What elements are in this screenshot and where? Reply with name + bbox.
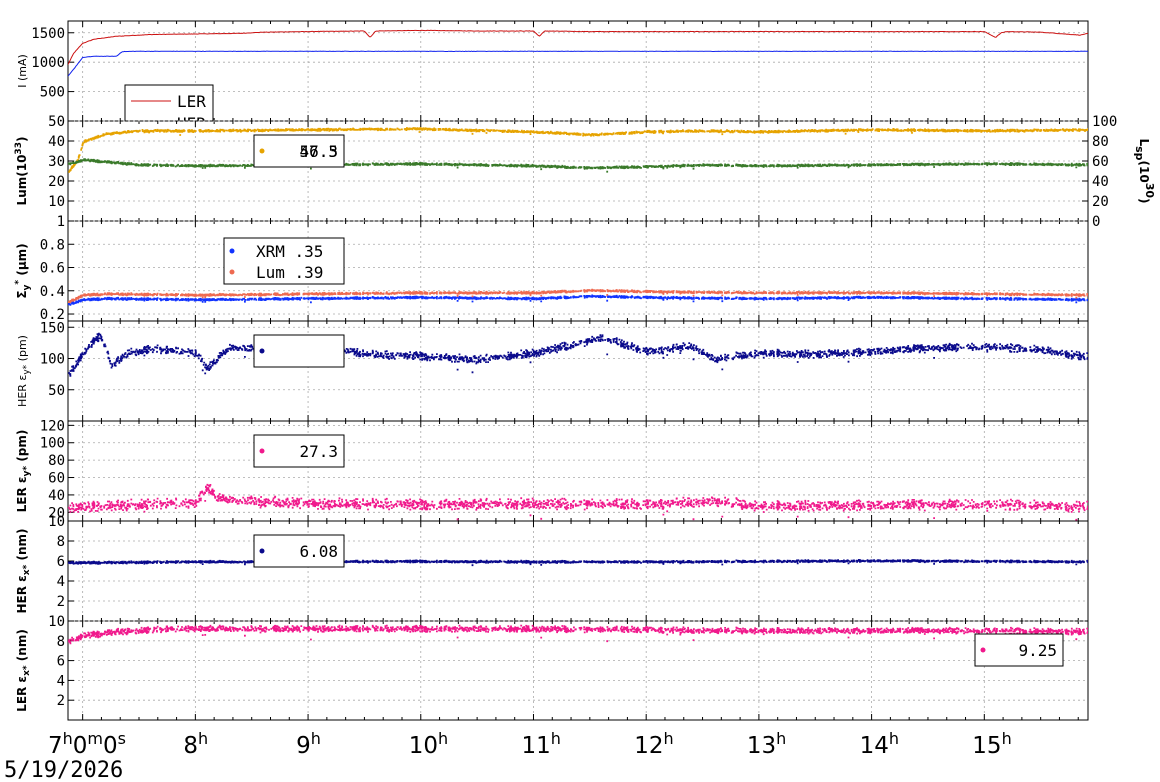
y-tick-label: 40 [48,488,65,504]
right-y-tick-label: 80 [1092,134,1109,150]
legend-marker [259,148,265,154]
right-y-tick-label: 0 [1092,214,1100,230]
legend-box [253,334,345,368]
y-tick-label: 20 [48,174,65,190]
y-axis-label: LER εx* (nm) [15,629,32,712]
y-tick-label: 10 [48,614,65,630]
panel-frame [67,120,1089,222]
y-tick-label: 1 [57,214,65,230]
legend-ler_eps_x: 9.25 [974,633,1064,667]
legend-label: 6.08 [299,542,338,561]
y-tick-label: 1500 [31,26,65,42]
y-tick-label: 8 [57,534,65,550]
x-tick-label: 15h [972,729,1011,759]
y-tick-label: 20 [48,505,65,521]
y-tick-label: 50 [48,383,65,399]
y-tick-label: 6 [57,654,65,670]
y-axis-label: Lum(1033) [14,137,29,206]
x-tick-label: 13h [747,729,786,759]
x-tick-label: 12h [634,729,673,759]
panel-ler_eps_x: 2 4 6 8 10 LER εx* (nm) 9.25 [15,614,1089,721]
legend-label: LER [177,92,206,111]
y-tick-label: 50 [48,114,65,130]
y-tick-label: 0.8 [40,237,65,253]
panel-ler_eps_y: 1020406080100120LER εy* (pm) 27.3 [15,418,1089,530]
legend-her_eps_x: 6.08 [253,534,345,568]
y-tick-label: 2 [57,594,65,610]
right-y-axis-label: Lsp(1030) [1133,138,1156,203]
y-tick-label: 30 [48,154,65,170]
y-tick-label: 150 [40,320,65,336]
legend-her_eps_y [253,334,345,368]
x-tick-label: 9h [296,729,321,759]
x-tick-label: 14h [860,729,899,759]
y-tick-label: 40 [48,134,65,150]
legend-sigma_y: XRM .35 Lum .39 [223,237,345,285]
right-y-tick-label: 100 [1092,114,1117,130]
panel-frame [67,220,1089,322]
x-tick-label: 11h [521,729,560,759]
x-tick-label: 7h0m0s [48,729,126,759]
legend-marker [229,248,235,254]
right-y-tick-label: 20 [1092,194,1109,210]
y-axis-label: Σy* (μm) [14,243,32,298]
y-tick-label: 0.4 [40,284,65,300]
y-tick-label: 500 [40,85,65,101]
x-tick-label: 8h [183,729,208,759]
y-tick-label: 8 [57,634,65,650]
y-tick-label: 6 [57,554,65,570]
y-tick-label: 0.6 [40,261,65,277]
panel-her_eps_x: 2 4 6 8 HER εx* (nm) 6.08 [15,520,1089,622]
panel-sigma_y: 0.20.40.60.81Σy* (μm) XRM .35Lum .39 [14,214,1089,323]
right-y-tick-label: 60 [1092,154,1109,170]
x-axis: 7h0m0s 8h 9h 10h 11h 12h 13h 14h 15h [48,729,1012,759]
panel-luminosity: 10 20 30 40 50 0 20 40 60 80 100 Lsp(1030) Lum(1033)… [14,114,1156,230]
legend-marker [259,348,265,354]
legend-label: 56.5 [299,142,338,161]
panel-frame [67,20,1089,122]
panel-frame [67,520,1089,622]
y-tick-label: 2 [57,693,65,709]
panel-frame [67,320,1089,422]
chart-stage: 50010001500I (mA)LERHER10203040500204060… [4,20,1156,782]
legend-label: Lum .39 [256,263,323,282]
y-axis-label: LER εy* (pm) [15,430,32,513]
y-tick-label: 4 [57,574,65,590]
y-axis-label: I (mA) [16,54,29,88]
y-tick-label: 60 [48,471,65,487]
panel-frame [67,620,1089,721]
legend-label: XRM .35 [256,242,323,261]
y-tick-label: 10 [48,194,65,210]
y-tick-label: 100 [40,436,65,452]
panel-her_eps_y: 50 100 150 HER εy* (pm) [16,320,1089,422]
right-y-tick-label: 40 [1092,174,1109,190]
y-tick-label: 1000 [31,55,65,71]
y-tick-label: 4 [57,673,65,689]
x-tick-label: 10h [409,729,448,759]
date-label: 5/19/2026 [4,758,123,782]
legend-marker [980,647,986,653]
legend-label: 9.25 [1018,641,1057,660]
legend-label: 27.3 [299,442,338,461]
y-axis-label: HER εy* (pm) [16,335,32,407]
legend-marker [229,269,235,275]
legend-ler_eps_y: 27.3 [253,434,345,468]
panels: 50010001500I (mA)LERHER10203040500204060… [14,20,1156,721]
legend-marker [259,448,265,454]
legend-luminosity: 47.356.5 [253,134,345,168]
legend-marker [259,548,265,554]
y-axis-label: HER εx* (nm) [15,528,32,613]
y-tick-label: 100 [40,352,65,368]
y-tick-label: 80 [48,453,65,469]
y-tick-label: 120 [40,418,65,434]
